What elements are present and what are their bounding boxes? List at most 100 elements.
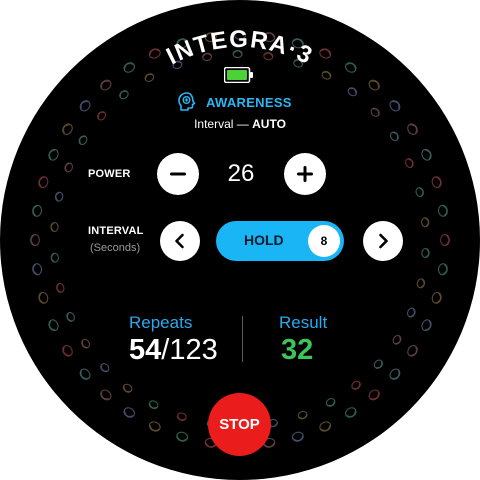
repeats-value: 54/123 [129, 334, 218, 367]
plus-icon [297, 166, 313, 182]
ornament-swirl [48, 319, 59, 332]
ornament-swirl [297, 410, 308, 420]
ornament-swirl [122, 383, 133, 393]
ornament-swirl [407, 123, 418, 135]
ornament-swirl [78, 135, 88, 146]
power-value: 26 [227, 160, 255, 187]
ornament-swirl [32, 204, 43, 217]
ornament-swirl [421, 148, 432, 161]
ornament-swirl [62, 345, 73, 357]
stop-label: STOP [219, 416, 260, 433]
ornament-swirl [373, 359, 383, 369]
mode-label: AWARENESS [206, 94, 292, 110]
interval-next-button[interactable] [363, 221, 403, 261]
ornament-swirl [79, 368, 91, 380]
ornament-swirl [421, 217, 430, 228]
ornament-swirl [54, 191, 64, 202]
ornament-swirl [100, 389, 112, 401]
ornament-swirl [148, 48, 161, 59]
power-label: POWER [88, 168, 131, 180]
interval-label: INTERVAL [88, 225, 144, 237]
ornament-swirl [66, 311, 75, 322]
ornament-swirl [100, 79, 112, 91]
ornament-swirl [233, 30, 247, 40]
watch-face: INTEGRA·3 AWARENESS Interval — AUTO POWE… [0, 0, 480, 480]
ornament-swirl [415, 187, 424, 198]
interval-prev-button[interactable] [160, 221, 200, 261]
ornament-swirl [321, 70, 332, 80]
interval-info-prefix: Interval — [194, 117, 253, 131]
ornament-swirl [293, 59, 304, 68]
chevron-right-icon [379, 233, 388, 249]
chevron-left-icon [175, 233, 184, 249]
ornament-swirl [291, 431, 304, 442]
interval-mode-label: HOLD [244, 232, 284, 248]
ornament-swirl [406, 307, 416, 318]
ornament-swirl [347, 87, 358, 97]
ornament-swirl [232, 49, 243, 59]
ornament-swirl [202, 52, 213, 62]
ornament-swirl [416, 278, 426, 289]
ornament-swirl [176, 431, 189, 442]
ornament-swirl [370, 107, 380, 117]
ornament-swirl [392, 334, 402, 345]
ornament-swirl [64, 162, 74, 173]
ornament-swirl [148, 421, 161, 432]
ornament-swirl [345, 62, 357, 73]
ornament-swirl [148, 400, 159, 410]
ornament-swirl [389, 131, 399, 142]
ornament-swirl [263, 52, 274, 61]
ornament-swirl [291, 38, 304, 49]
ornament-swirl [204, 32, 217, 43]
ornament-swirl [38, 176, 49, 189]
ornament-swirl [319, 48, 332, 59]
ornament-swirl [263, 32, 276, 43]
result-value: 32 [281, 334, 314, 366]
ornament-swirl [81, 338, 91, 349]
ornament-swirl [345, 407, 357, 418]
ornament-swirl [97, 111, 107, 121]
ornament-swirl [431, 176, 442, 189]
ornament-swirl [440, 233, 450, 247]
ornament-swirl [431, 291, 442, 304]
repeats-current: 54 [129, 334, 162, 366]
ornament-swirl [172, 60, 183, 70]
ornament-swirl [176, 412, 187, 421]
ornament-swirl [123, 407, 135, 418]
ornament-swirl [119, 90, 129, 100]
stop-button[interactable]: STOP [208, 393, 271, 456]
ornament-swirl [48, 148, 59, 161]
ornament-swirl [50, 221, 59, 233]
ornament-swirl [176, 38, 189, 49]
ornament-swirl [38, 291, 49, 304]
ornament-swirl [30, 233, 40, 247]
ornament-swirl [319, 421, 332, 432]
ornament-swirl [389, 100, 401, 112]
ornament-swirl [437, 263, 448, 276]
ornament-swirl [144, 73, 155, 82]
power-decrease-button[interactable] [157, 153, 199, 195]
interval-seconds-value: 8 [308, 225, 340, 257]
ornament-swirl [407, 345, 418, 357]
battery-icon [224, 67, 253, 83]
ornament-swirl [56, 282, 65, 293]
ornament-swirl [351, 380, 361, 390]
repeats-label: Repeats [129, 313, 193, 332]
result-label: Result [279, 313, 328, 332]
interval-hold-toggle[interactable]: HOLD 8 [216, 221, 344, 261]
repeats-total: 123 [169, 334, 218, 366]
ornament-swirl [437, 204, 448, 217]
ornament-swirl [100, 363, 110, 373]
ornament-swirl [123, 62, 135, 73]
minus-icon [170, 172, 186, 176]
power-increase-button[interactable] [284, 153, 326, 195]
interval-mode-info: Interval — AUTO [140, 117, 340, 131]
ornament-swirl [50, 252, 59, 263]
ornament-swirl [62, 123, 73, 135]
watch-screen: INTEGRA·3 AWARENESS Interval — AUTO POWE… [0, 0, 480, 480]
ornament-swirl [32, 263, 43, 276]
ornament-swirl [368, 79, 380, 91]
ornament-swirl [79, 100, 91, 112]
ornament-swirl [421, 247, 430, 259]
ornament-swirl [389, 368, 401, 380]
